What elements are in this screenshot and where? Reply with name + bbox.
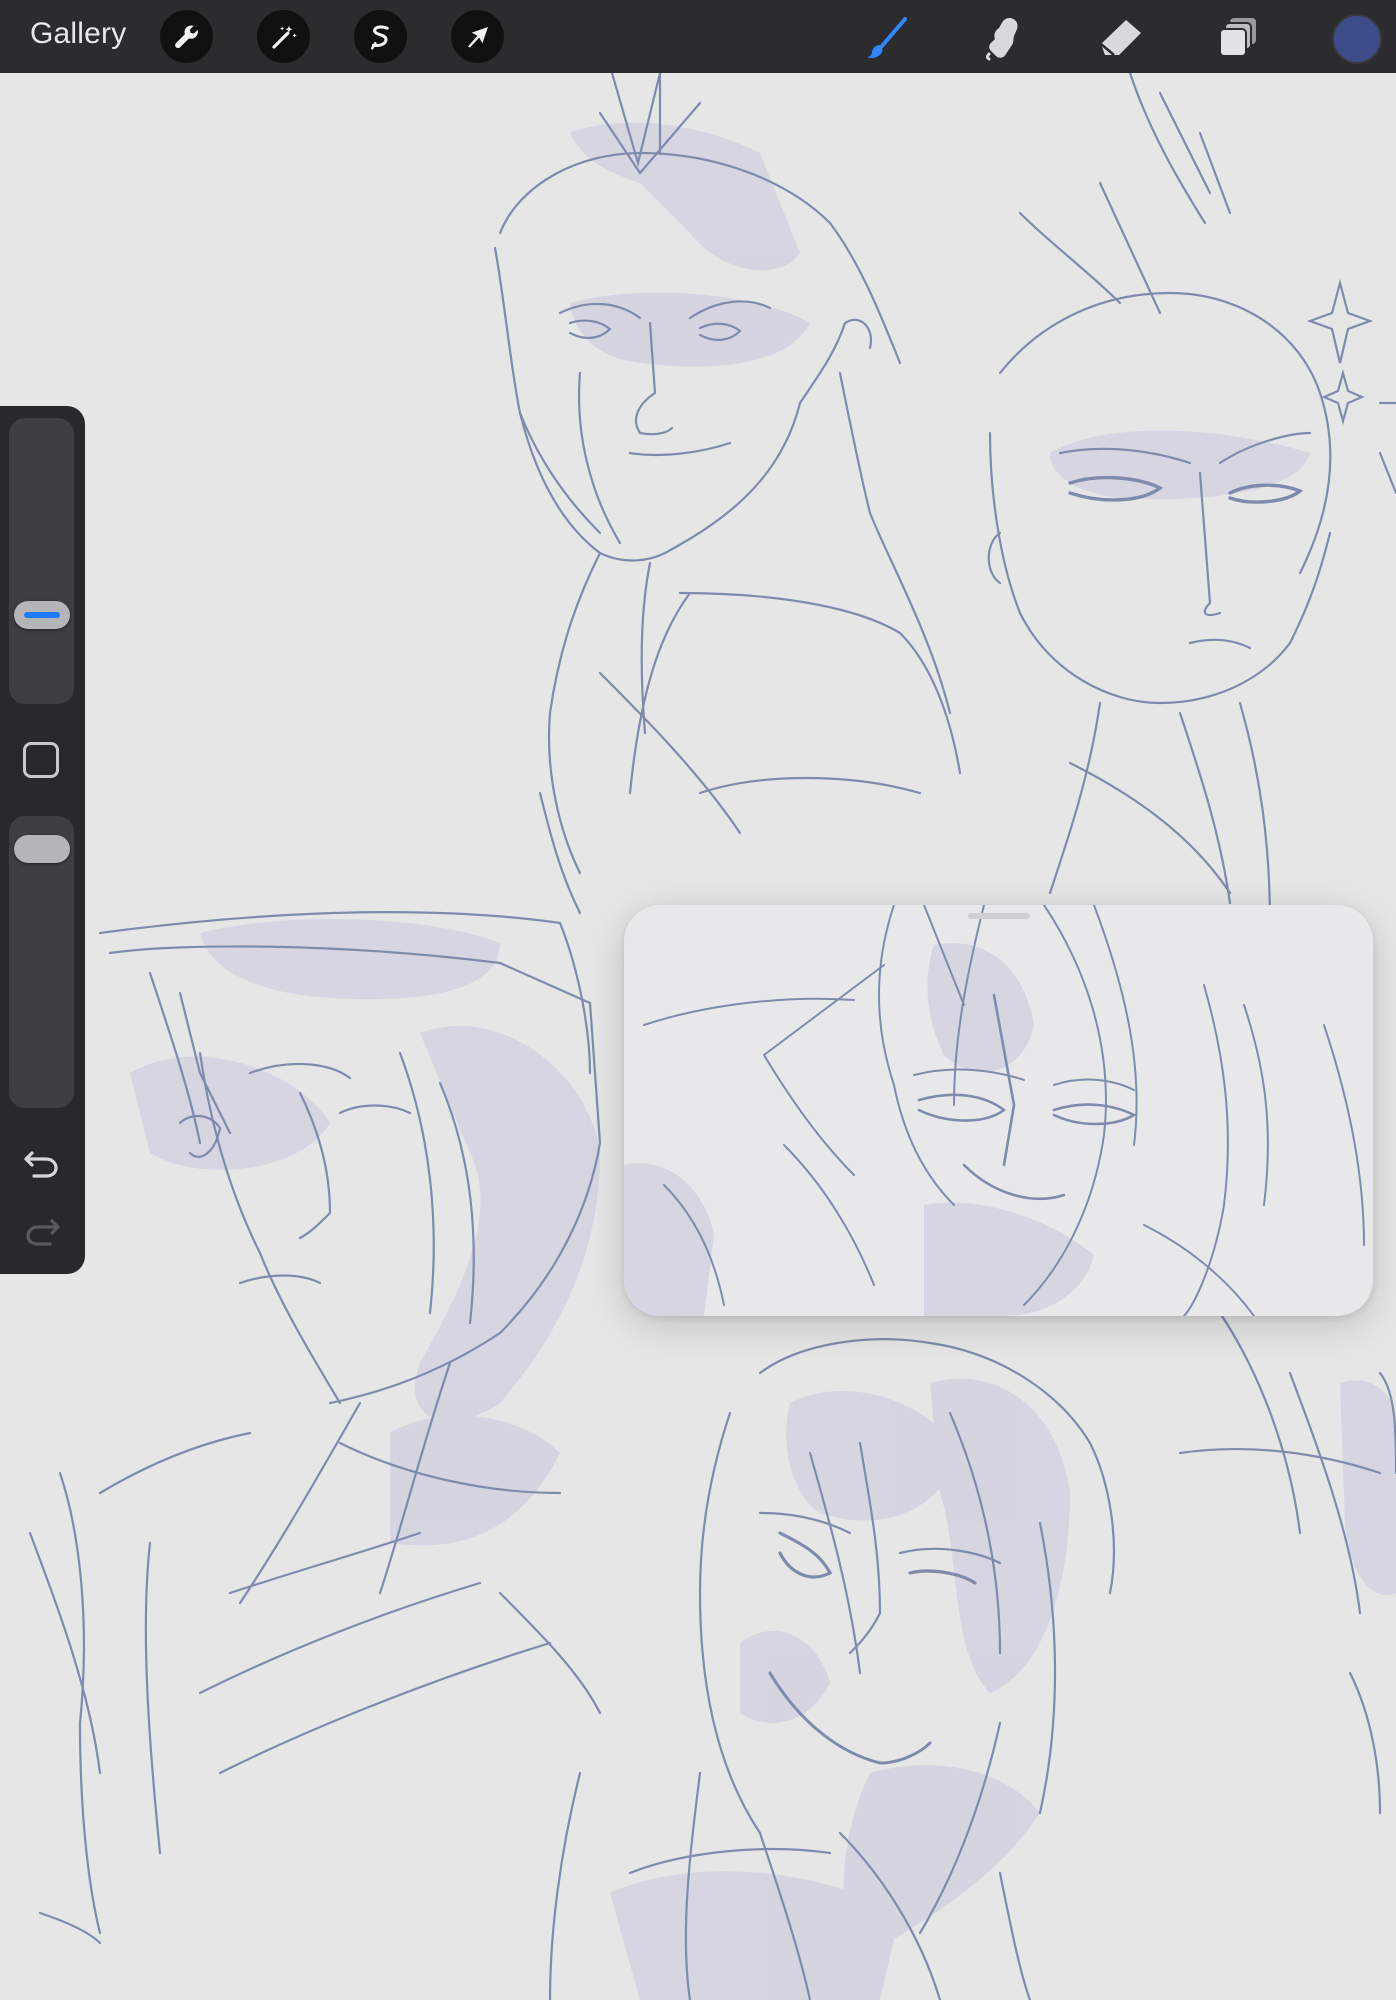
color-picker-button[interactable] bbox=[1332, 14, 1382, 64]
eraser-button[interactable] bbox=[1095, 12, 1147, 64]
transform-button[interactable] bbox=[451, 10, 504, 63]
eraser-icon bbox=[1100, 20, 1141, 56]
brush-icon bbox=[867, 17, 907, 58]
actions-button[interactable] bbox=[160, 10, 213, 63]
selection-s-icon bbox=[370, 24, 389, 49]
arrow-cursor-icon bbox=[467, 26, 488, 48]
left-sidebar bbox=[0, 406, 85, 1274]
modify-button[interactable] bbox=[23, 742, 59, 778]
undo-icon bbox=[24, 1151, 58, 1178]
selection-button[interactable] bbox=[354, 10, 407, 63]
reference-grabber[interactable] bbox=[968, 913, 1030, 919]
brush-size-slider[interactable] bbox=[9, 418, 74, 704]
magic-wand-icon bbox=[271, 25, 297, 49]
opacity-slider[interactable] bbox=[9, 816, 74, 1108]
adjustments-button[interactable] bbox=[257, 10, 310, 63]
gallery-button[interactable]: Gallery bbox=[30, 17, 126, 51]
redo-button[interactable] bbox=[20, 1210, 64, 1250]
undo-button[interactable] bbox=[20, 1142, 64, 1182]
smudge-finger-icon bbox=[986, 18, 1018, 61]
wrench-icon bbox=[174, 24, 198, 48]
top-toolbar: Gallery bbox=[0, 0, 1396, 73]
layers-icon bbox=[1219, 18, 1256, 57]
reference-window[interactable] bbox=[624, 905, 1373, 1316]
brush-size-thumb[interactable] bbox=[14, 601, 70, 630]
opacity-thumb[interactable] bbox=[14, 834, 70, 863]
smudge-button[interactable] bbox=[977, 12, 1029, 64]
redo-icon bbox=[26, 1219, 60, 1246]
layers-button[interactable] bbox=[1213, 12, 1265, 64]
brush-button[interactable] bbox=[861, 12, 913, 64]
brush-size-indicator bbox=[24, 612, 60, 619]
reference-image bbox=[624, 905, 1365, 1316]
